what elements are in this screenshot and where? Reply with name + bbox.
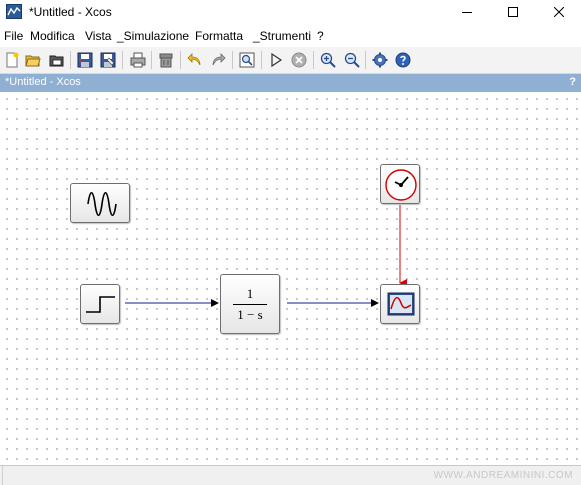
- watermark: WWW.ANDREAMININI.COM: [433, 470, 573, 481]
- zoom-out-button[interactable]: [342, 50, 362, 70]
- zoom-out-icon: [344, 52, 360, 68]
- toolbar-separator: [261, 51, 262, 69]
- diagram-canvas[interactable]: 1 1 − s: [0, 92, 581, 465]
- save-icon: [77, 52, 93, 68]
- setup-button[interactable]: [370, 50, 390, 70]
- undo-icon: [187, 53, 201, 66]
- fit-diagram-icon: [239, 52, 255, 68]
- title-bar: *Untitled - Xcos: [0, 0, 581, 26]
- toolbar-separator: [313, 51, 314, 69]
- fraction-bar: [233, 303, 267, 305]
- open-in-scilab-button[interactable]: [47, 50, 67, 70]
- print-button[interactable]: [128, 50, 148, 70]
- status-bar: WWW.ANDREAMININI.COM: [0, 465, 581, 485]
- menu-bar: File Modifica Vista _Simulazione Formatt…: [0, 27, 581, 47]
- scope-block[interactable]: [380, 284, 420, 324]
- minimize-icon: [462, 12, 472, 13]
- transfer-function-denominator: 1 − s: [237, 306, 263, 322]
- new-diagram-button[interactable]: [2, 50, 22, 70]
- print-icon: [130, 52, 146, 68]
- open-in-scilab-icon: [49, 55, 64, 67]
- diagram-tab-title[interactable]: *Untitled - Xcos: [5, 76, 81, 88]
- save-as-icon: [100, 52, 116, 68]
- stop-icon: [291, 52, 307, 68]
- step-function-block[interactable]: [80, 284, 120, 324]
- xcos-app-icon: [6, 4, 22, 19]
- setup-icon: [372, 52, 388, 68]
- save-button[interactable]: [75, 50, 95, 70]
- menu-vista[interactable]: Vista: [85, 29, 111, 43]
- close-icon: [554, 7, 564, 17]
- clock-block[interactable]: [380, 164, 420, 204]
- toolbar: [0, 47, 581, 74]
- diagram-tab-help[interactable]: ?: [569, 76, 576, 88]
- zoom-in-button[interactable]: [318, 50, 338, 70]
- toolbar-separator: [232, 51, 233, 69]
- links-layer: [125, 205, 407, 307]
- save-as-button[interactable]: [98, 50, 118, 70]
- window-title: *Untitled - Xcos: [29, 5, 112, 19]
- clock-icon: [385, 169, 417, 201]
- menu-formatta[interactable]: Formatta: [195, 29, 243, 43]
- step-icon: [86, 296, 115, 313]
- close-button[interactable]: [536, 0, 581, 24]
- toolbar-separator: [180, 51, 181, 69]
- toolbar-separator: [122, 51, 123, 69]
- delete-button[interactable]: [156, 50, 176, 70]
- menu-modifica[interactable]: Modifica: [30, 29, 75, 43]
- maximize-icon: [508, 7, 518, 17]
- new-diagram-icon: [6, 52, 19, 68]
- scope-icon: [387, 292, 415, 316]
- diagram-tab-bar: *Untitled - Xcos ?: [0, 74, 581, 92]
- minimize-button[interactable]: [444, 0, 490, 24]
- help-button[interactable]: [393, 50, 413, 70]
- menu-file[interactable]: File: [4, 29, 23, 43]
- fit-diagram-button[interactable]: [237, 50, 257, 70]
- menu-simulazione[interactable]: _Simulazione: [117, 29, 189, 43]
- sine-wave-generator-block[interactable]: [70, 183, 130, 223]
- start-icon: [271, 52, 283, 68]
- toolbar-separator: [365, 51, 366, 69]
- stop-button[interactable]: [289, 50, 309, 70]
- xcos-window: *Untitled - Xcos File Modifica Vista _Si…: [0, 0, 581, 485]
- open-button[interactable]: [23, 50, 43, 70]
- zoom-in-icon: [320, 52, 336, 68]
- transfer-function-block[interactable]: 1 1 − s: [220, 274, 280, 334]
- menu-help[interactable]: ?: [317, 29, 324, 43]
- redo-button[interactable]: [208, 50, 228, 70]
- help-icon: [395, 52, 411, 68]
- start-button[interactable]: [266, 50, 286, 70]
- maximize-button[interactable]: [490, 0, 536, 24]
- open-icon: [25, 55, 41, 67]
- menu-strumenti[interactable]: _Strumenti: [253, 29, 311, 43]
- status-divider: [0, 466, 3, 485]
- sine-wave-icon: [87, 191, 117, 217]
- transfer-function-numerator: 1: [246, 285, 254, 301]
- delete-icon: [159, 53, 173, 68]
- toolbar-separator: [70, 51, 71, 69]
- undo-button[interactable]: [185, 50, 205, 70]
- redo-icon: [212, 53, 226, 66]
- toolbar-separator: [151, 51, 152, 69]
